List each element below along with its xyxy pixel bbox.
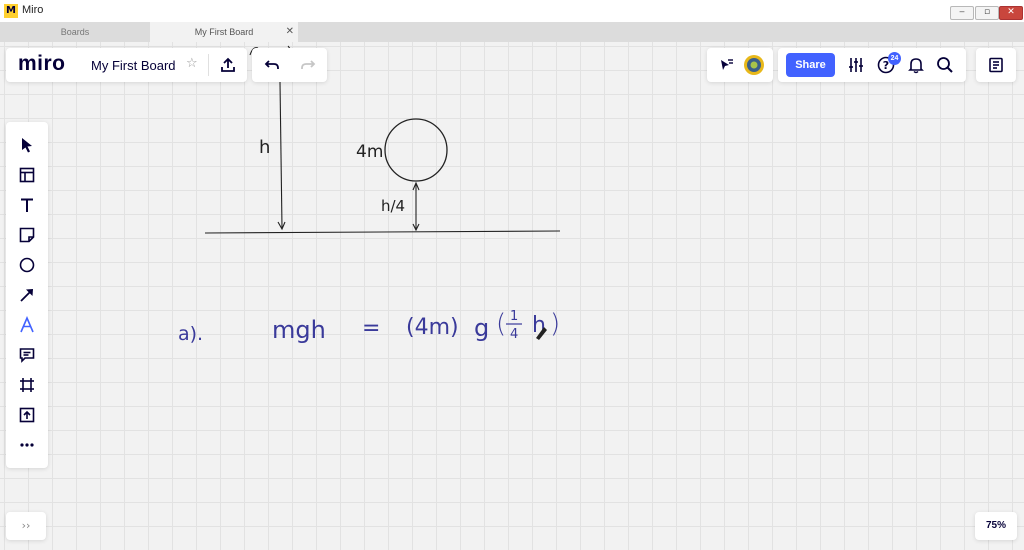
comment-icon[interactable]	[6, 340, 48, 370]
equation-mass-term: (4m)	[406, 315, 459, 340]
templates-icon[interactable]	[6, 160, 48, 190]
avatar[interactable]	[743, 54, 765, 76]
arrow-icon[interactable]	[6, 280, 48, 310]
collaboration-panel	[707, 48, 773, 82]
equation-close-paren: )	[550, 309, 560, 339]
board-drawing: h 4m h/4 a). mgh = (4m) g ( 1 4 h )	[178, 45, 561, 345]
notes-icon[interactable]	[986, 55, 1006, 75]
undo-icon[interactable]	[262, 55, 282, 75]
quarter-height-label: h/4	[381, 197, 405, 215]
export-icon[interactable]	[218, 55, 238, 75]
search-icon[interactable]	[935, 55, 955, 75]
equation-fraction-denominator: 4	[510, 327, 518, 342]
frame-icon[interactable]	[6, 370, 48, 400]
board-name[interactable]: My First Board	[91, 58, 176, 73]
bell-icon[interactable]	[906, 55, 926, 75]
divider	[208, 54, 209, 76]
pen-icon[interactable]	[6, 310, 48, 340]
left-toolbar	[6, 122, 48, 468]
height-label: h	[259, 137, 270, 158]
star-icon[interactable]: ☆	[186, 56, 198, 71]
equation-fraction-numerator: 1	[510, 309, 518, 324]
undo-redo-panel	[252, 48, 327, 82]
height-arrow-line	[279, 81, 283, 229]
equation-part-label: a).	[178, 323, 203, 345]
notification-count-badge: 24	[888, 52, 901, 65]
equation-g: g	[474, 314, 489, 342]
zoom-level[interactable]: 75%	[975, 512, 1017, 540]
settings-sliders-icon[interactable]	[846, 55, 866, 75]
select-icon[interactable]	[6, 130, 48, 160]
text-icon[interactable]	[6, 190, 48, 220]
equation-equals: =	[362, 316, 380, 341]
board-header-panel: miro My First Board ☆	[6, 48, 247, 82]
presenter-cursor-icon[interactable]	[715, 55, 735, 75]
ground-line	[204, 230, 561, 234]
redo-icon[interactable]	[298, 55, 318, 75]
mass-circle	[384, 118, 448, 182]
equation-left-side: mgh	[272, 316, 326, 344]
expand-panel-button[interactable]: ››	[6, 512, 46, 540]
shape-icon[interactable]	[6, 250, 48, 280]
equation-open-paren: (	[496, 309, 506, 339]
share-button[interactable]: Share	[786, 53, 835, 77]
notes-panel	[976, 48, 1016, 82]
upload-icon[interactable]	[6, 400, 48, 430]
sticky-note-icon[interactable]	[6, 220, 48, 250]
miro-logo[interactable]: miro	[18, 52, 66, 76]
mass-label: 4m	[356, 142, 383, 162]
more-icon[interactable]	[6, 430, 48, 460]
